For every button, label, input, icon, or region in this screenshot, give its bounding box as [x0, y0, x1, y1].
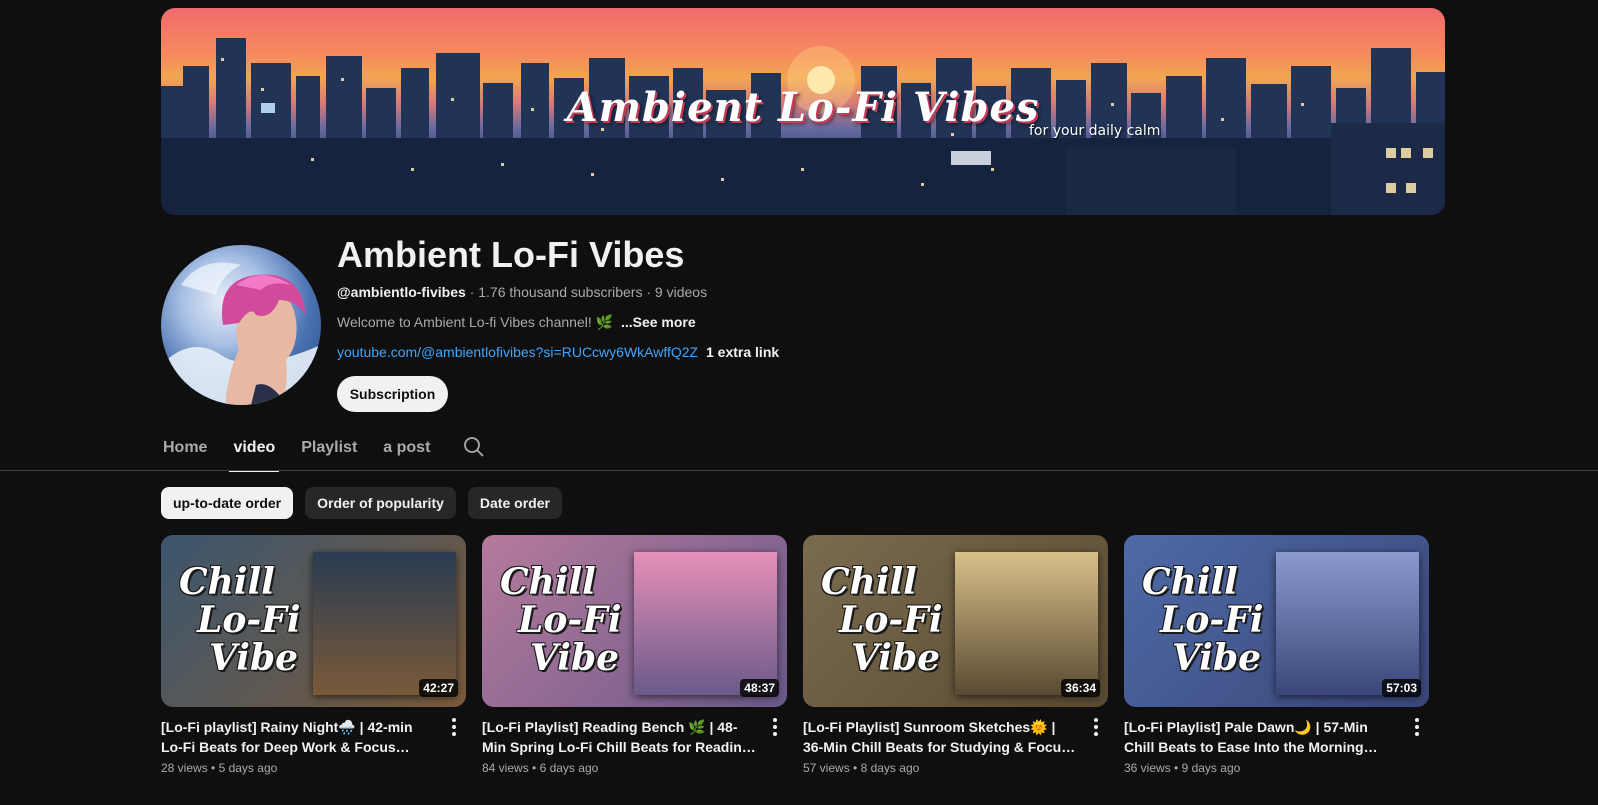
more-options-icon[interactable]: [1086, 715, 1106, 739]
tab-posts[interactable]: a post: [383, 427, 430, 471]
banner-title: Ambient Lo-Fi Vibes: [566, 84, 1040, 131]
extra-links-button[interactable]: 1 extra link: [706, 344, 779, 360]
thumbnail-line: Lo-Fi: [1160, 599, 1264, 641]
meta-separator: ·: [646, 284, 655, 300]
thumbnail-text: Chill Lo-Fi Vibe: [1142, 563, 1282, 677]
thumbnail-text: Chill Lo-Fi Vibe: [179, 563, 319, 677]
video-card[interactable]: Chill Lo-Fi Vibe 48:37 [Lo-Fi Playlist] …: [482, 535, 787, 775]
video-title[interactable]: [Lo-Fi Playlist] Reading Bench 🌿 | 48-Mi…: [482, 717, 757, 757]
meta-separator: •: [211, 761, 219, 775]
channel-handle: @ambientlo-fivibes: [337, 284, 466, 300]
tab-home[interactable]: Home: [163, 427, 207, 471]
more-options-icon[interactable]: [444, 715, 464, 739]
video-meta: 36 views • 9 days ago: [1124, 761, 1429, 775]
thumbnail-artwork: [313, 552, 456, 695]
view-count: 57 views: [803, 761, 850, 775]
video-title[interactable]: [Lo-Fi playlist] Rainy Night🌧️ | 42-min …: [161, 717, 436, 757]
channel-banner: Ambient Lo-Fi Vibes for your daily calm: [161, 8, 1445, 215]
chip-popular[interactable]: Order of popularity: [305, 487, 456, 519]
duration-badge: 36:34: [1061, 679, 1100, 697]
channel-name: Ambient Lo-Fi Vibes: [337, 234, 685, 275]
video-meta: 28 views • 5 days ago: [161, 761, 466, 775]
video-thumbnail[interactable]: Chill Lo-Fi Vibe 48:37: [482, 535, 787, 707]
more-options-icon[interactable]: [765, 715, 785, 739]
tab-playlist[interactable]: Playlist: [301, 427, 357, 471]
thumbnail-line: Lo-Fi: [839, 599, 943, 641]
thumbnail-line: Chill: [179, 561, 275, 603]
duration-badge: 42:27: [419, 679, 458, 697]
sort-chips: up-to-date order Order of popularity Dat…: [161, 487, 562, 519]
channel-links: youtube.com/@ambientlofivibes?si=RUCcwy6…: [337, 344, 779, 360]
see-more-link[interactable]: ...See more: [621, 314, 696, 330]
view-count: 84 views: [482, 761, 529, 775]
subscriber-count: 1.76 thousand subscribers: [478, 284, 643, 300]
video-title[interactable]: [Lo-Fi Playlist] Sunroom Sketches🌞 | 36-…: [803, 717, 1078, 757]
video-thumbnail[interactable]: Chill Lo-Fi Vibe 36:34: [803, 535, 1108, 707]
meta-separator: ·: [469, 284, 479, 300]
thumbnail-text: Chill Lo-Fi Vibe: [821, 563, 961, 677]
upload-age: 9 days ago: [1181, 761, 1241, 775]
thumbnail-artwork: [955, 552, 1098, 695]
thumbnail-line: Chill: [821, 561, 917, 603]
channel-meta: @ambientlo-fivibes · 1.76 thousand subsc…: [337, 284, 707, 300]
view-count: 28 views: [161, 761, 208, 775]
thumbnail-line: Chill: [500, 561, 596, 603]
meta-separator: •: [853, 761, 861, 775]
meta-separator: •: [1174, 761, 1182, 775]
video-card[interactable]: Chill Lo-Fi Vibe 36:34 [Lo-Fi Playlist] …: [803, 535, 1108, 775]
tab-video[interactable]: video: [229, 427, 280, 472]
thumbnail-line: Vibe: [530, 637, 620, 679]
subscribe-button[interactable]: Subscription: [337, 376, 448, 412]
video-count: 9 videos: [654, 284, 708, 300]
tabs-divider: [0, 470, 1598, 471]
banner-subtitle: for your daily calm: [1029, 123, 1161, 139]
thumbnail-text: Chill Lo-Fi Vibe: [500, 563, 640, 677]
thumbnail-artwork: [634, 552, 777, 695]
duration-badge: 48:37: [740, 679, 779, 697]
channel-link[interactable]: youtube.com/@ambientlofivibes?si=RUCcwy6…: [337, 344, 698, 360]
thumbnail-line: Vibe: [851, 637, 941, 679]
video-meta: 84 views • 6 days ago: [482, 761, 787, 775]
avatar-portrait: [161, 262, 321, 405]
description-text: Welcome to Ambient Lo-fi Vibes channel! …: [337, 314, 614, 330]
upload-age: 6 days ago: [539, 761, 599, 775]
thumbnail-artwork: [1276, 552, 1419, 695]
video-title[interactable]: [Lo-Fi Playlist] Pale Dawn🌙 | 57-Min Chi…: [1124, 717, 1399, 757]
thumbnail-line: Chill: [1142, 561, 1238, 603]
video-grid: Chill Lo-Fi Vibe 42:27 [Lo-Fi playlist] …: [161, 535, 1429, 775]
upload-age: 5 days ago: [218, 761, 278, 775]
search-icon[interactable]: [463, 436, 485, 458]
view-count: 36 views: [1124, 761, 1171, 775]
channel-tabs: Home video Playlist a post: [163, 427, 456, 472]
video-card[interactable]: Chill Lo-Fi Vibe 42:27 [Lo-Fi playlist] …: [161, 535, 466, 775]
duration-badge: 57:03: [1382, 679, 1421, 697]
chip-latest[interactable]: up-to-date order: [161, 487, 294, 519]
video-card[interactable]: Chill Lo-Fi Vibe 57:03 [Lo-Fi Playlist] …: [1124, 535, 1429, 775]
chip-oldest[interactable]: Date order: [467, 487, 562, 519]
thumbnail-line: Vibe: [1172, 637, 1262, 679]
channel-avatar[interactable]: [161, 245, 321, 405]
thumbnail-line: Vibe: [209, 637, 299, 679]
video-meta: 57 views • 8 days ago: [803, 761, 1108, 775]
meta-separator: •: [532, 761, 540, 775]
channel-description: Welcome to Ambient Lo-fi Vibes channel! …: [337, 314, 696, 331]
video-thumbnail[interactable]: Chill Lo-Fi Vibe 57:03: [1124, 535, 1429, 707]
thumbnail-line: Lo-Fi: [518, 599, 622, 641]
upload-age: 8 days ago: [860, 761, 920, 775]
video-thumbnail[interactable]: Chill Lo-Fi Vibe 42:27: [161, 535, 466, 707]
thumbnail-line: Lo-Fi: [197, 599, 301, 641]
more-options-icon[interactable]: [1407, 715, 1427, 739]
